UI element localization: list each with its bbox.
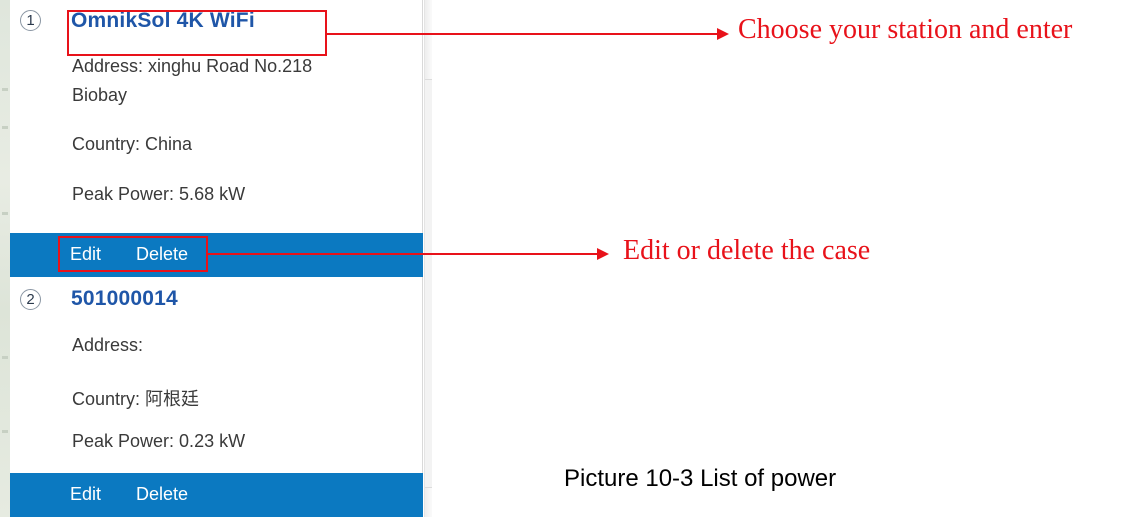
actions-highlight [58,236,208,272]
station-peak-power: Peak Power: 5.68 kW [72,184,246,204]
actions-callout-text: Edit or delete the case [623,235,871,266]
station-address: Address: xinghu Road No.218 [72,56,313,76]
station-callout-arrowhead [717,28,729,40]
station-action-bar: Edit Delete [10,473,423,517]
edit-link[interactable]: Edit [70,484,101,505]
actions-callout-arrowhead [597,248,609,260]
station-peak-power: Peak Power: 0.23 kW [72,431,246,451]
delete-link[interactable]: Delete [136,484,188,505]
station-callout-text: Choose your station and enter [738,14,1073,45]
station-name-link[interactable]: 501000014 [71,287,178,311]
station-address-line2: Biobay [72,85,128,105]
actions-callout-line [208,253,599,255]
station-country: Country: China [72,134,193,154]
station-name-highlight [67,10,327,56]
station-header: 2 501000014 [10,279,423,321]
station-number-badge: 1 [20,10,41,31]
list-scrollbar[interactable] [424,0,432,517]
station-address: Address: [72,335,144,355]
figure-caption: Picture 10-3 List of power [564,465,837,492]
station-number-badge: 2 [20,289,41,310]
scrollbar-thumb[interactable] [425,0,432,80]
station-callout-line [327,33,719,35]
scrollbar-bottom[interactable] [425,487,432,517]
station-country: Country: 阿根廷 [72,389,200,409]
map-background-strip [0,0,10,517]
